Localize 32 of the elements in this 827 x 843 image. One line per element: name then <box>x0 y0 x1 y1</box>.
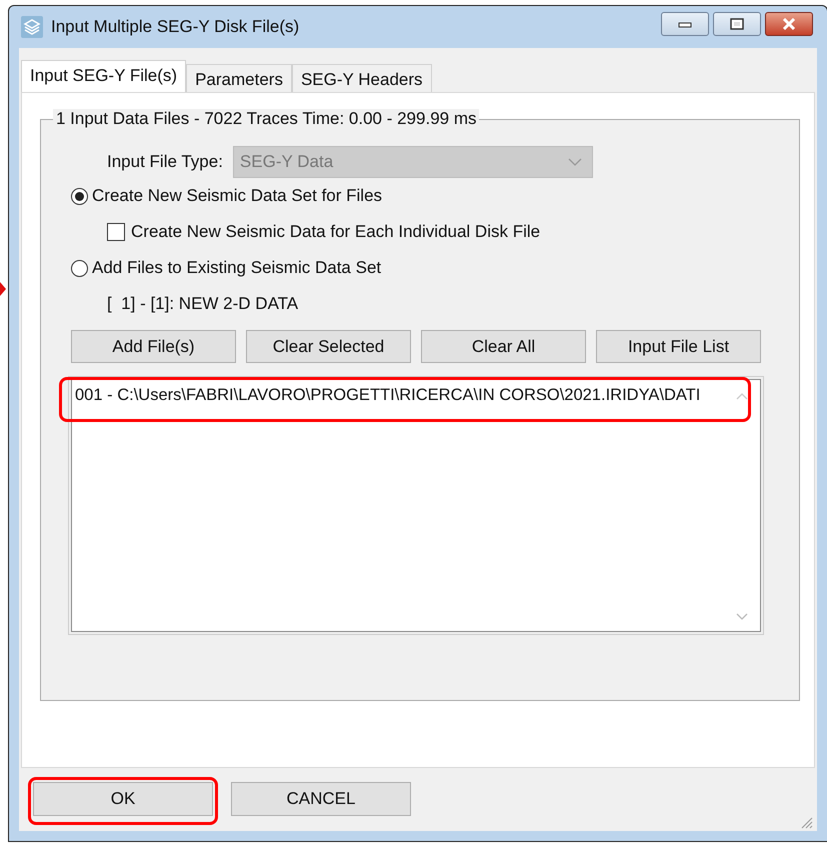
checkbox-label: Create New Seismic Data for Each Individual Disk File <box>131 222 540 242</box>
action-button[interactable]: Add File(s) <box>71 330 236 363</box>
tab[interactable]: Input SEG-Y File(s) <box>21 60 186 92</box>
action-button[interactable]: Input File List <box>596 330 761 363</box>
action-button[interactable]: Clear Selected <box>246 330 411 363</box>
field-label: Input File Type: <box>107 152 223 172</box>
layers-icon <box>21 16 43 38</box>
radio-button[interactable] <box>71 188 88 204</box>
dialog-button[interactable]: OK <box>33 782 213 816</box>
action-button[interactable]: Clear All <box>421 330 586 363</box>
chevron-down-icon <box>568 158 582 166</box>
group-title: 1 Input Data Files - 7022 Traces Time: 0.00 - 299.99 ms <box>53 109 480 129</box>
close-icon <box>781 18 797 30</box>
dialog-button[interactable]: CANCEL <box>231 782 411 816</box>
radio-button[interactable] <box>71 260 88 276</box>
close-button[interactable] <box>765 12 813 36</box>
maximize-button[interactable] <box>713 12 761 36</box>
file-path[interactable]: 001 - C:\Users\FABRI\LAVORO\PROGETTI\RICERCA\IN CORSO\2021.IRIDYA\DATI <box>75 386 700 405</box>
minimize-button[interactable] <box>661 12 709 36</box>
arrowhead-icon <box>0 282 6 296</box>
radio-label: Add Files to Existing Seismic Data Set <box>92 258 382 278</box>
data-set-label: [ 1] - [1]: NEW 2-D DATA <box>107 294 298 314</box>
radio-label: Create New Seismic Data Set for Files <box>92 186 382 206</box>
resize-grip-icon <box>799 815 813 829</box>
maximize-icon <box>730 18 744 30</box>
tab[interactable]: Parameters <box>186 64 292 92</box>
scroll-up-icon <box>736 392 748 400</box>
window-title: Input Multiple SEG-Y Disk File(s) <box>51 17 300 37</box>
tab[interactable]: SEG-Y Headers <box>292 64 432 92</box>
checkbox[interactable] <box>107 223 125 241</box>
minimize-icon <box>678 20 692 28</box>
scroll-down-icon <box>736 613 748 621</box>
